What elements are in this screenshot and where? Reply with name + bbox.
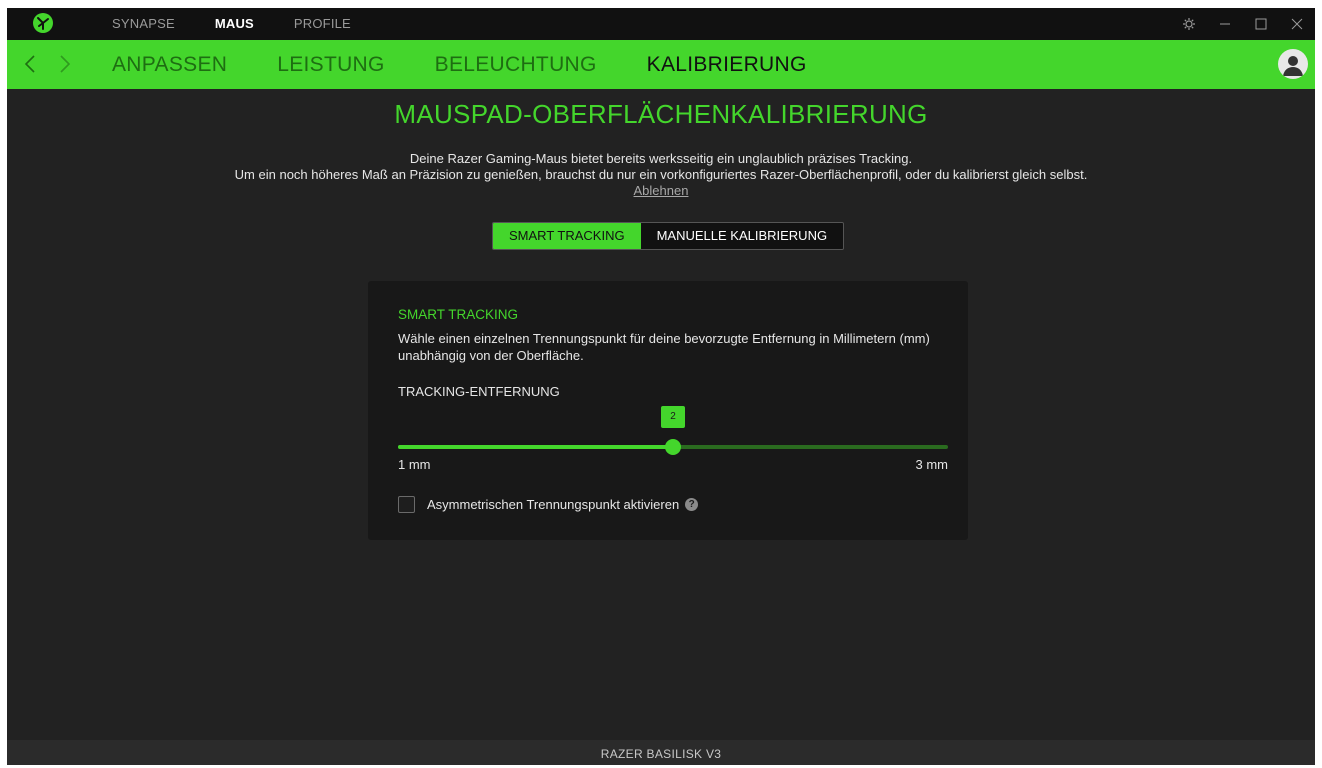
manual-calibration-button[interactable]: MANUELLE KALIBRIERUNG (640, 223, 844, 249)
top-nav-maus[interactable]: MAUS (215, 8, 254, 40)
page-title: MAUSPAD-OBERFLÄCHENKALIBRIERUNG (394, 99, 928, 129)
close-icon[interactable] (1279, 8, 1315, 40)
tracking-distance-label: TRACKING-ENTFERNUNG (398, 384, 560, 399)
window-controls (1171, 8, 1315, 40)
user-avatar-icon[interactable] (1278, 49, 1308, 79)
slider-handle[interactable] (665, 439, 681, 455)
tab-beleuchtung[interactable]: BELEUCHTUNG (435, 40, 597, 89)
top-nav-profile[interactable]: PROFILE (294, 8, 351, 40)
help-icon[interactable]: ? (685, 498, 699, 511)
settings-gear-icon[interactable] (1171, 8, 1207, 40)
sub-nav-bar: ANPASSEN LEISTUNG BELEUCHTUNG KALIBRIERU… (7, 40, 1315, 89)
description-line-2: Um ein noch höheres Maß an Präzision zu … (234, 167, 1088, 182)
slider-value-bubble: 2 (661, 406, 685, 428)
slider-fill (398, 445, 673, 449)
back-arrow-icon[interactable] (24, 54, 36, 79)
tab-kalibrierung[interactable]: KALIBRIERUNG (647, 40, 807, 89)
asymmetric-checkbox[interactable] (398, 496, 415, 513)
tab-leistung[interactable]: LEISTUNG (277, 40, 384, 89)
forward-arrow-icon[interactable] (59, 54, 71, 79)
top-nav: SYNAPSE MAUS PROFILE (112, 8, 391, 40)
maximize-icon[interactable] (1243, 8, 1279, 40)
slider-min-label: 1 mm (398, 457, 431, 472)
title-bar: SYNAPSE MAUS PROFILE (7, 8, 1315, 40)
minimize-icon[interactable] (1207, 8, 1243, 40)
asymmetric-checkbox-label: Asymmetrischen Trennungspunkt aktivieren (427, 497, 680, 512)
tab-anpassen[interactable]: ANPASSEN (112, 40, 227, 89)
panel-description: Wähle einen einzelnen Trennungspunkt für… (398, 331, 930, 363)
app-window: SYNAPSE MAUS PROFILE ANPASSEN LEISTUNG B… (7, 8, 1315, 765)
device-footer: RAZER BASILISK V3 (7, 740, 1315, 765)
asymmetric-option-row: Asymmetrischen Trennungspunkt aktivieren… (398, 496, 699, 513)
calibration-mode-switch: SMART TRACKING MANUELLE KALIBRIERUNG (492, 222, 845, 250)
tracking-distance-slider[interactable]: 2 (398, 406, 948, 455)
smart-tracking-panel: SMART TRACKING Wähle einen einzelnen Tre… (368, 281, 968, 540)
decline-link[interactable]: Ablehnen (634, 183, 689, 198)
smart-tracking-button[interactable]: SMART TRACKING (493, 223, 641, 249)
slider-max-label: 3 mm (915, 457, 949, 472)
description-line-1: Deine Razer Gaming-Maus bietet bereits w… (409, 151, 913, 166)
razer-logo-icon[interactable] (33, 13, 53, 33)
sub-nav: ANPASSEN LEISTUNG BELEUCHTUNG KALIBRIERU… (112, 40, 857, 89)
top-nav-synapse[interactable]: SYNAPSE (112, 8, 175, 40)
page-description: Deine Razer Gaming-Maus bietet bereits w… (7, 151, 1315, 199)
panel-title: SMART TRACKING (398, 307, 519, 322)
